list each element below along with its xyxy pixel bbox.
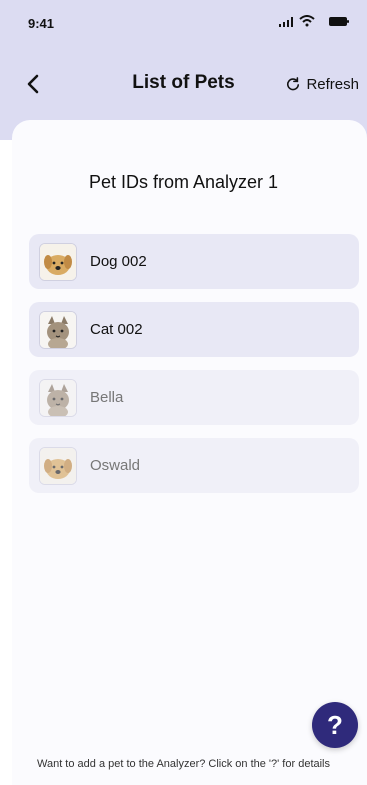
status-icons [277, 14, 349, 28]
pet-avatar [39, 378, 77, 417]
pet-item-bella[interactable]: Bella [29, 370, 359, 425]
refresh-label: Refresh [306, 75, 359, 93]
pet-list: Dog 002 Cat 002 Bella Oswald [29, 234, 359, 506]
pet-avatar [39, 310, 77, 349]
status-time: 9:41 [28, 16, 55, 31]
pet-name: Dog 002 [90, 253, 147, 270]
phone-screen: 9:41 List of Pets Refresh Pet IDs from A… [0, 0, 367, 785]
status-bar: 9:41 [0, 0, 367, 40]
pet-name: Cat 002 [90, 321, 143, 338]
wifi-icon [299, 15, 315, 27]
cat-icon [40, 311, 76, 348]
pet-name: Oswald [90, 457, 141, 474]
section-title: Pet IDs from Analyzer 1 [88, 172, 279, 192]
dog-icon [40, 243, 76, 280]
cat-icon [40, 379, 76, 416]
pet-item-cat-002[interactable]: Cat 002 [29, 302, 359, 357]
battery-icon [329, 17, 349, 26]
refresh-button[interactable]: Refresh [286, 72, 359, 96]
signal-icon [279, 17, 293, 27]
help-button[interactable]: ? [312, 702, 358, 748]
refresh-icon [287, 77, 300, 91]
pet-item-dog-002[interactable]: Dog 002 [29, 234, 359, 289]
pet-avatar [39, 446, 77, 485]
app-header: List of Pets Refresh [0, 62, 367, 106]
pet-item-oswald[interactable]: Oswald [29, 438, 359, 493]
footer-hint: Want to add a pet to the Analyzer? Click… [36, 758, 330, 770]
pet-name: Bella [90, 389, 124, 406]
dog-icon [40, 447, 76, 484]
pet-avatar [39, 242, 77, 281]
help-label: ? [327, 709, 343, 740]
